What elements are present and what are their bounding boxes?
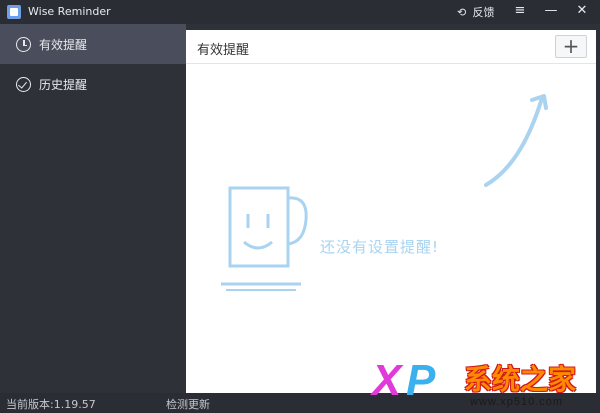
check-circle-icon — [16, 76, 31, 92]
title-bar: Wise Reminder ⟲ 反馈 ≡ — ✕ — [0, 0, 600, 24]
add-reminder-button[interactable]: + — [555, 35, 587, 58]
empty-state-graphics — [221, 94, 548, 291]
main-panel: 有效提醒 + 还没有设置提醒! — [186, 30, 596, 393]
sidebar-item-active-reminders[interactable]: 有效提醒 — [0, 24, 186, 64]
watermark-main-text: 系统之家 — [464, 363, 577, 396]
sidebar-item-label: 有效提醒 — [39, 37, 88, 52]
main-header: 有效提醒 + — [186, 30, 596, 64]
refresh-icon: ⟲ — [457, 6, 467, 19]
sidebar-item-history-reminders[interactable]: 历史提醒 — [0, 64, 186, 104]
check-update-link[interactable]: 检测更新 — [166, 396, 210, 412]
watermark-logo: X P 系统之家 www.xp510.com — [372, 352, 600, 413]
clock-icon — [16, 36, 31, 52]
minimize-icon: — — [544, 3, 558, 18]
close-icon: ✕ — [576, 3, 588, 18]
empty-state: 还没有设置提醒! — [186, 64, 596, 393]
sidebar: 有效提醒 历史提醒 — [0, 24, 186, 393]
menu-button[interactable]: ≡ — [506, 0, 534, 22]
sidebar-item-label: 历史提醒 — [39, 77, 88, 92]
app-logo-icon — [7, 5, 21, 19]
coffee-cup-icon — [221, 186, 308, 291]
minimize-button[interactable]: — — [537, 0, 565, 22]
feedback-label: 反馈 — [472, 6, 495, 19]
watermark-p: P — [406, 356, 436, 405]
version-label: 当前版本:1.19.57 — [6, 398, 96, 411]
page-title: 有效提醒 — [197, 43, 250, 58]
feedback-button[interactable]: ⟲ 反馈 — [457, 4, 495, 20]
watermark-x: X — [372, 356, 402, 405]
arrow-icon — [484, 94, 548, 187]
watermark-url: www.xp510.com — [470, 396, 564, 408]
empty-message: 还没有设置提醒! — [320, 238, 440, 256]
app-title: Wise Reminder — [28, 5, 111, 18]
close-button[interactable]: ✕ — [568, 0, 596, 22]
menu-icon: ≡ — [514, 3, 526, 18]
